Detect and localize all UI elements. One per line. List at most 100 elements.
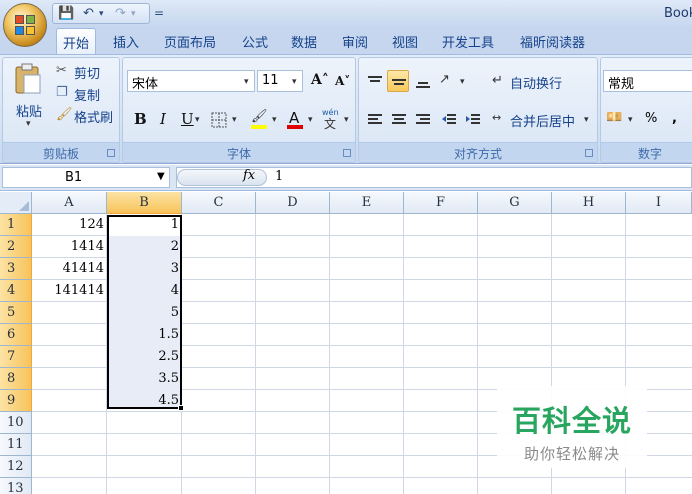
cell-a1[interactable]: 124 bbox=[32, 214, 107, 236]
bold-button[interactable]: B bbox=[127, 108, 149, 130]
align-bottom-button[interactable] bbox=[411, 70, 433, 92]
cell-a2[interactable]: 1414 bbox=[32, 236, 107, 258]
tab-review[interactable]: 审阅 bbox=[342, 32, 368, 51]
row-header-3[interactable]: 3 bbox=[0, 258, 32, 280]
shrink-font-icon: A˅ bbox=[335, 74, 351, 88]
column-header-i[interactable]: I bbox=[626, 192, 692, 214]
fill-color-button[interactable]: 🖌 ▾ bbox=[247, 108, 281, 130]
redo-icon[interactable]: ↷ bbox=[115, 6, 126, 21]
customize-qat-button[interactable]: = bbox=[154, 6, 164, 20]
row-header-11[interactable]: 11 bbox=[0, 434, 32, 456]
cell-b6[interactable]: 1.5 bbox=[107, 324, 182, 346]
grow-font-button[interactable]: A˄ bbox=[307, 70, 329, 92]
tab-foxit-reader[interactable]: 福昕阅读器 bbox=[520, 32, 585, 51]
cell-b4[interactable]: 4 bbox=[107, 280, 182, 302]
office-button[interactable] bbox=[3, 3, 47, 47]
cut-button[interactable]: ✂ 剪切 bbox=[53, 60, 115, 82]
align-top-button[interactable] bbox=[363, 70, 385, 92]
undo-icon[interactable]: ↶ bbox=[83, 6, 94, 21]
cell-b9[interactable]: 4.5 bbox=[107, 390, 182, 412]
column-header-e[interactable]: E bbox=[330, 192, 404, 214]
merge-center-button[interactable]: ↔ 合并后居中 ▾ bbox=[489, 108, 593, 130]
cell-a4[interactable]: 141414 bbox=[32, 280, 107, 302]
row-header-6[interactable]: 6 bbox=[0, 324, 32, 346]
name-box-dropdown-icon[interactable]: ▼ bbox=[157, 171, 165, 182]
number-format-box[interactable]: 常规 bbox=[603, 70, 692, 92]
tab-formulas[interactable]: 公式 bbox=[242, 32, 268, 51]
row-header-12[interactable]: 12 bbox=[0, 456, 32, 478]
clipboard-group-label: 剪贴板 bbox=[3, 142, 119, 161]
tab-developer[interactable]: 开发工具 bbox=[442, 32, 494, 51]
row-header-7[interactable]: 7 bbox=[0, 346, 32, 368]
wrap-text-button[interactable]: ↵ 自动换行 bbox=[489, 70, 573, 92]
underline-icon: U bbox=[181, 110, 194, 128]
align-center-button[interactable] bbox=[387, 108, 409, 130]
insert-function-icon[interactable]: fx bbox=[243, 168, 255, 183]
row-header-8[interactable]: 8 bbox=[0, 368, 32, 390]
borders-dropdown-icon: ▾ bbox=[232, 115, 237, 125]
row-header-5[interactable]: 5 bbox=[0, 302, 32, 324]
row-header-4[interactable]: 4 bbox=[0, 280, 32, 302]
row-header-13[interactable]: 13 bbox=[0, 478, 32, 494]
percent-style-button[interactable]: % bbox=[641, 108, 661, 130]
clipboard-dialog-launcher[interactable] bbox=[107, 149, 115, 157]
cell-b7[interactable]: 2.5 bbox=[107, 346, 182, 368]
cell-a3[interactable]: 41414 bbox=[32, 258, 107, 280]
phonetic-button[interactable]: wén 文 ▾ bbox=[319, 108, 353, 131]
accounting-format-button[interactable]: 💴 ▾ bbox=[603, 108, 637, 130]
save-icon[interactable]: 💾 bbox=[58, 6, 74, 21]
select-all-button[interactable] bbox=[0, 192, 32, 214]
column-header-b[interactable]: B bbox=[107, 192, 182, 214]
column-header-g[interactable]: G bbox=[478, 192, 552, 214]
align-middle-icon bbox=[392, 79, 406, 85]
font-name-box[interactable]: 宋体 ▾ bbox=[127, 70, 255, 92]
tab-view[interactable]: 视图 bbox=[392, 32, 418, 51]
row-header-1[interactable]: 1 bbox=[0, 214, 32, 236]
comma-style-button[interactable]: , bbox=[665, 108, 685, 130]
undo-dropdown-icon[interactable]: ▾ bbox=[99, 9, 104, 19]
italic-button[interactable]: I bbox=[151, 108, 173, 130]
tab-insert[interactable]: 插入 bbox=[113, 32, 139, 51]
formula-input[interactable]: fx 1 bbox=[176, 167, 692, 188]
copy-button[interactable]: ❐ 复制 bbox=[53, 82, 115, 104]
cell-b2[interactable]: 2 bbox=[107, 236, 182, 258]
borders-button[interactable]: ▾ bbox=[207, 108, 241, 130]
format-painter-button[interactable]: 🖌 格式刷 bbox=[53, 104, 119, 126]
column-header-f[interactable]: F bbox=[404, 192, 478, 214]
font-color-button[interactable]: A ▾ bbox=[283, 108, 317, 130]
align-middle-button[interactable] bbox=[387, 70, 409, 92]
align-left-button[interactable] bbox=[363, 108, 385, 130]
cell-b5[interactable]: 5 bbox=[107, 302, 182, 324]
align-right-button[interactable] bbox=[411, 108, 433, 130]
cell-b8[interactable]: 3.5 bbox=[107, 368, 182, 390]
column-header-h[interactable]: H bbox=[552, 192, 626, 214]
row-header-10[interactable]: 10 bbox=[0, 412, 32, 434]
name-box[interactable]: B1 ▼ bbox=[2, 167, 170, 188]
merge-center-label: 合并后居中 bbox=[510, 115, 576, 130]
orientation-button[interactable]: ↗ ▾ bbox=[435, 70, 469, 92]
column-header-d[interactable]: D bbox=[256, 192, 330, 214]
increase-indent-button[interactable] bbox=[461, 108, 483, 130]
decrease-indent-icon bbox=[442, 114, 456, 124]
tab-data[interactable]: 数据 bbox=[291, 32, 317, 51]
phonetic-char-icon: 文 bbox=[324, 117, 337, 131]
tab-page-layout[interactable]: 页面布局 bbox=[164, 32, 216, 51]
title-bar: 💾 ↶ ▾ ↷ ▾ = Book bbox=[0, 0, 692, 28]
font-size-box[interactable]: 11 ▾ bbox=[257, 70, 303, 92]
font-dialog-launcher[interactable] bbox=[343, 149, 351, 157]
tab-home[interactable]: 开始 bbox=[56, 28, 97, 55]
underline-button[interactable]: U ▾ bbox=[175, 108, 201, 130]
column-header-a[interactable]: A bbox=[32, 192, 107, 214]
redo-dropdown-icon[interactable]: ▾ bbox=[131, 9, 136, 19]
cell-b3[interactable]: 3 bbox=[107, 258, 182, 280]
shrink-font-button[interactable]: A˅ bbox=[331, 70, 353, 92]
grid-line bbox=[255, 214, 256, 494]
cell-b1[interactable]: 1 bbox=[107, 214, 182, 236]
alignment-dialog-launcher[interactable] bbox=[585, 149, 593, 157]
row-header-9[interactable]: 9 bbox=[0, 390, 32, 412]
column-header-c[interactable]: C bbox=[182, 192, 256, 214]
clipboard-group: 粘贴 ▾ ✂ 剪切 ❐ 复制 🖌 格式刷 剪贴板 bbox=[2, 57, 120, 163]
decrease-indent-button[interactable] bbox=[437, 108, 459, 130]
paste-button[interactable]: 粘贴 ▾ bbox=[7, 60, 47, 132]
row-header-2[interactable]: 2 bbox=[0, 236, 32, 258]
